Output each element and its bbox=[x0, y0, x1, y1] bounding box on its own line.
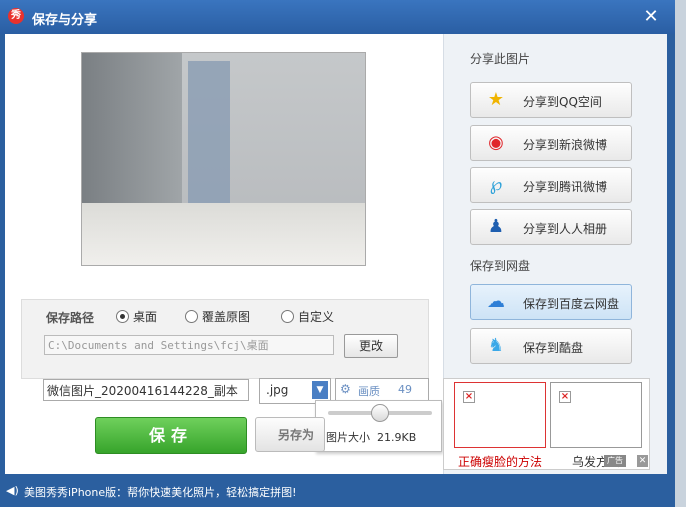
renren-icon: ♟ bbox=[487, 216, 505, 237]
radio-overwrite[interactable]: 覆盖原图 bbox=[185, 308, 250, 325]
share-label: 分享到腾讯微博 bbox=[523, 180, 608, 194]
radio-custom[interactable]: 自定义 bbox=[281, 308, 334, 325]
meitu-logo-icon: 秀 bbox=[8, 8, 24, 24]
save-button[interactable]: 保存 bbox=[95, 417, 247, 454]
share-sina-weibo-button[interactable]: ◉ 分享到新浪微博 bbox=[470, 125, 632, 161]
cloud-section-title: 保存到网盘 bbox=[470, 259, 531, 273]
share-label: 分享到新浪微博 bbox=[523, 138, 608, 152]
radio-label: 桌面 bbox=[133, 310, 158, 324]
baidu-cloud-icon: ☁ bbox=[487, 291, 505, 312]
radio-label: 自定义 bbox=[298, 310, 335, 324]
save-share-window: 秀 保存与分享 ✕ 保存路径 桌面 覆盖原图 自定义 C:\Documents … bbox=[0, 0, 675, 507]
image-preview bbox=[81, 52, 366, 266]
share-tencent-weibo-button[interactable]: ℘ 分享到腾讯微博 bbox=[470, 167, 632, 203]
star-icon: ★ bbox=[487, 89, 505, 110]
chevron-down-icon[interactable]: ▼ bbox=[312, 381, 328, 399]
ad-image-1[interactable]: × bbox=[454, 382, 546, 448]
broken-image-icon: × bbox=[463, 391, 475, 403]
preview-door bbox=[82, 53, 182, 223]
status-bar: ◀) 美图秀秀iPhone版：帮你快速美化照片，轻松搞定拼图! bbox=[0, 474, 675, 507]
radio-dot bbox=[281, 310, 294, 323]
status-text[interactable]: 美图秀秀iPhone版：帮你快速美化照片，轻松搞定拼图! bbox=[24, 484, 297, 500]
ad-panel: × × 正确瘦脸的方法 乌发方法 广告 ✕ bbox=[443, 378, 650, 470]
share-section-title: 分享此图片 bbox=[470, 52, 531, 66]
ad-image-2[interactable]: × bbox=[550, 382, 642, 448]
preview-tiles bbox=[188, 61, 230, 225]
slider-handle[interactable] bbox=[371, 404, 389, 422]
share-renren-button[interactable]: ♟ 分享到人人相册 bbox=[470, 209, 632, 245]
tencent-weibo-icon: ℘ bbox=[489, 174, 503, 195]
path-field[interactable]: C:\Documents and Settings\fcj\桌面 bbox=[44, 335, 334, 355]
save-path-panel: 保存路径 桌面 覆盖原图 自定义 C:\Documents and Settin… bbox=[21, 299, 429, 379]
gear-icon: ⚙ bbox=[340, 382, 351, 396]
quality-label: 画质 bbox=[358, 385, 380, 398]
file-size-readout: 图片大小 21.9KB bbox=[326, 429, 416, 445]
change-path-button[interactable]: 更改 bbox=[344, 334, 398, 358]
quality-popup: 图片大小 21.9KB bbox=[315, 400, 442, 452]
quality-dropdown[interactable]: ⚙ 画质 49 bbox=[335, 378, 429, 402]
filename-input[interactable]: 微信图片_20200416144228_副本 bbox=[43, 379, 249, 401]
title-bar: 秀 保存与分享 ✕ bbox=[0, 0, 675, 34]
file-size-value: 21.9KB bbox=[377, 431, 417, 444]
cloud-label: 保存到酷盘 bbox=[523, 341, 584, 355]
ad-close-icon[interactable]: ✕ bbox=[637, 455, 648, 467]
save-path-label: 保存路径 bbox=[46, 311, 95, 325]
preview-floor bbox=[82, 203, 365, 265]
weibo-icon: ◉ bbox=[488, 132, 504, 153]
share-label: 分享到人人相册 bbox=[523, 222, 608, 236]
speaker-icon: ◀) bbox=[6, 484, 19, 497]
quality-slider[interactable] bbox=[328, 404, 432, 422]
file-size-label: 图片大小 bbox=[326, 431, 370, 444]
share-qzone-button[interactable]: ★ 分享到QQ空间 bbox=[470, 82, 632, 118]
broken-image-icon: × bbox=[559, 391, 571, 403]
cloud-label: 保存到百度云网盘 bbox=[523, 297, 620, 311]
kupan-icon: ♞ bbox=[487, 335, 505, 356]
close-icon[interactable]: ✕ bbox=[642, 8, 660, 26]
radio-desktop[interactable]: 桌面 bbox=[116, 308, 157, 325]
radio-dot bbox=[116, 310, 129, 323]
ad-caption-1[interactable]: 正确瘦脸的方法 bbox=[458, 453, 542, 470]
radio-dot bbox=[185, 310, 198, 323]
radio-label: 覆盖原图 bbox=[202, 310, 251, 324]
save-pane: 保存路径 桌面 覆盖原图 自定义 C:\Documents and Settin… bbox=[5, 34, 443, 474]
save-kupan-button[interactable]: ♞ 保存到酷盘 bbox=[470, 328, 632, 364]
share-label: 分享到QQ空间 bbox=[523, 95, 602, 109]
save-baidu-cloud-button[interactable]: ☁ 保存到百度云网盘 bbox=[470, 284, 632, 320]
ad-tag: 广告 bbox=[604, 455, 626, 467]
window-title: 保存与分享 bbox=[32, 13, 98, 28]
save-as-button[interactable]: 另存为 bbox=[255, 417, 325, 452]
quality-value: 49 bbox=[398, 383, 412, 396]
extension-value: .jpg bbox=[266, 383, 289, 397]
